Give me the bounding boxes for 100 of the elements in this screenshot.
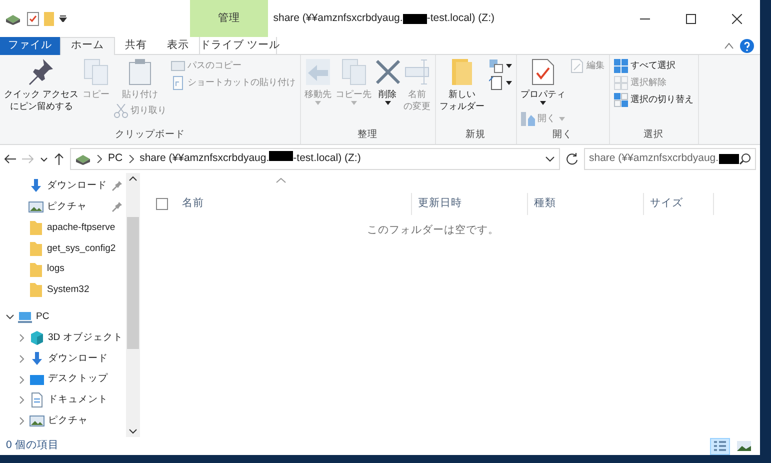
- scroll-up-icon: [129, 176, 137, 181]
- select-all-icon: [614, 59, 628, 73]
- picture-icon: [29, 413, 45, 430]
- ribbon-button[interactable]: [488, 58, 513, 74]
- properties-icon[interactable]: [26, 12, 38, 26]
- ribbon-button[interactable]: [488, 75, 513, 91]
- collapsed-chevron-icon[interactable]: [18, 334, 26, 342]
- scissors-icon: [114, 104, 128, 118]
- nav-item[interactable]: 3D オブジェクト: [48, 330, 123, 346]
- ribbon-button[interactable]: プロパティ: [520, 58, 567, 110]
- group-label: 新規: [464, 128, 487, 142]
- column-header[interactable]: 更新日時: [412, 192, 528, 215]
- edit-icon: [570, 59, 584, 73]
- refresh-icon[interactable]: [566, 153, 578, 165]
- details-view-button[interactable]: [710, 438, 730, 454]
- copy-icon: [84, 59, 108, 85]
- group-label: 整理: [356, 128, 379, 142]
- ribbon-button[interactable]: すべて選択: [612, 58, 695, 74]
- sort-caret-icon: [276, 178, 286, 183]
- nav-item[interactable]: デスクトップ: [48, 372, 108, 387]
- breadcrumb[interactable]: PC: [108, 151, 123, 167]
- nav-item[interactable]: ダウンロード: [48, 352, 108, 366]
- select-none-icon: [614, 76, 628, 90]
- scroll-down-icon: [129, 429, 137, 434]
- ribbon-tab[interactable]: ホーム: [60, 36, 115, 54]
- breadcrumb[interactable]: share (¥¥amznfsxcrbdyaug. -test.local) (Z:): [140, 151, 361, 167]
- search-icon: [739, 153, 751, 165]
- collapsed-chevron-icon[interactable]: [18, 376, 26, 384]
- rename-icon: [405, 59, 430, 85]
- drive-icon: [5, 12, 22, 24]
- ribbon-button[interactable]: 新しい フォルダー: [438, 58, 486, 128]
- copy-to-icon: [342, 59, 366, 85]
- download-arrow-icon: [28, 178, 44, 194]
- pin-icon: [29, 59, 54, 85]
- address-bar[interactable]: PC share (¥¥amznfsxcrbdyaug. -test.local) (Z:): [70, 148, 560, 170]
- group-label: クリップボード: [114, 128, 186, 142]
- collapsed-chevron-icon[interactable]: [18, 354, 26, 363]
- help-icon[interactable]: [740, 38, 754, 52]
- maximize-icon: [686, 14, 696, 24]
- ribbon-tab[interactable]: 共有: [115, 36, 157, 54]
- collapsed-chevron-icon[interactable]: [18, 396, 26, 404]
- nav-item[interactable]: ダウンロード: [47, 179, 107, 194]
- folder-icon: [28, 262, 44, 278]
- search-field[interactable]: share (¥¥amznfsxcrbdyaug.: [584, 148, 756, 170]
- ribbon-tab[interactable]: ファイル: [0, 36, 60, 54]
- scrollbar[interactable]: [126, 173, 140, 437]
- nav-item[interactable]: get_sys_config2: [47, 242, 116, 256]
- column-header[interactable]: 種類: [528, 192, 644, 215]
- nav-item[interactable]: ピクチャ: [47, 200, 87, 214]
- picture-icon: [28, 199, 44, 216]
- expanded-chevron-icon[interactable]: [6, 313, 14, 322]
- details-icon: [713, 440, 727, 452]
- ribbon-button[interactable]: クイック アクセス にピン留めする: [3, 58, 80, 128]
- shortcut-icon: [170, 76, 185, 90]
- nav-item[interactable]: apache-ftpserve: [47, 220, 116, 236]
- new-item-icon: [488, 59, 503, 73]
- drive-icon: [75, 153, 91, 165]
- folder-icon: [28, 240, 44, 257]
- path-icon: [170, 59, 185, 73]
- move-to-icon: [306, 59, 330, 85]
- folder-icon: [28, 282, 44, 298]
- open-icon: [520, 112, 535, 126]
- window-title: share (¥¥amznfsxcrbdyaug. -test.local) (Z:): [272, 10, 496, 26]
- folder-icon: [28, 220, 44, 236]
- column-header[interactable]: サイズ: [644, 192, 714, 215]
- folder-icon: [450, 59, 474, 85]
- ribbon-button[interactable]: 選択の切り替え: [612, 92, 695, 108]
- clipboard-icon: [128, 59, 152, 85]
- dropdown-icon[interactable]: [40, 156, 48, 162]
- group-label: 開く: [552, 128, 574, 142]
- context-tab-header: 管理: [190, 0, 268, 37]
- ribbon-tab[interactable]: 表示: [157, 36, 199, 54]
- minimize-icon: [640, 18, 650, 20]
- properties-icon: [531, 59, 556, 85]
- nav-item[interactable]: PC: [36, 310, 50, 324]
- ribbon-button[interactable]: 削除: [374, 58, 401, 128]
- collapse-ribbon-icon[interactable]: [724, 42, 734, 48]
- chevron-icon: [128, 155, 134, 163]
- item-count: 0 個の項目: [6, 438, 59, 454]
- invert-selection-icon: [614, 93, 628, 107]
- select-all-checkbox[interactable]: [156, 198, 168, 210]
- chevron-icon: [97, 155, 102, 163]
- download-arrow-icon: [29, 350, 45, 367]
- dropdown-icon[interactable]: [545, 156, 555, 162]
- nav-item[interactable]: logs: [47, 262, 64, 277]
- column-header[interactable]: 名前: [176, 192, 412, 215]
- up-icon[interactable]: [54, 153, 64, 165]
- collapsed-chevron-icon[interactable]: [18, 417, 26, 426]
- dropdown-icon[interactable]: [59, 15, 67, 22]
- new-document-icon: [488, 76, 503, 90]
- group-label: 選択: [642, 128, 665, 142]
- nav-item[interactable]: System32: [47, 283, 90, 298]
- document-icon: [29, 392, 45, 408]
- thumbnail-icon: [737, 440, 751, 452]
- nav-item[interactable]: ドキュメント: [48, 393, 108, 408]
- back-icon[interactable]: [4, 154, 16, 164]
- nav-item[interactable]: ピクチャ: [48, 414, 88, 428]
- cube-icon: [29, 330, 45, 346]
- empty-folder-message: このフォルダーは空です。: [366, 222, 500, 238]
- computer-icon: [17, 309, 33, 326]
